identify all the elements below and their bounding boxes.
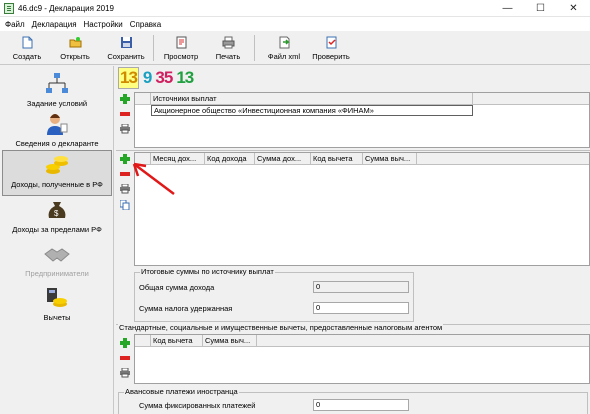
rate-35-tab[interactable]: 35 (155, 68, 173, 88)
std-deductions-title: Стандартные, социальные и имущественные … (118, 323, 444, 332)
add-icon[interactable] (120, 94, 130, 104)
print-small-icon[interactable] (120, 368, 130, 378)
nav-entrepreneurs: Предприниматели (2, 240, 112, 286)
close-button[interactable]: ✕ (557, 0, 590, 17)
rate-13-nonresident-tab[interactable]: 13 (176, 68, 194, 88)
remove-icon[interactable] (120, 112, 130, 116)
rate-9-tab[interactable]: 9 (143, 68, 153, 88)
total-income-label: Общая сумма дохода (139, 283, 215, 292)
income-grid: Месяц дох... Код дохода Сумма дох... Код… (134, 152, 590, 266)
column-header[interactable]: Код дохода (205, 153, 255, 164)
menu-file[interactable]: Файл (5, 20, 25, 29)
print-small-icon[interactable] (120, 124, 130, 134)
section-divider (116, 150, 590, 151)
save-button[interactable]: Сохранить (104, 33, 148, 63)
print-button[interactable]: Печать (210, 33, 246, 63)
sources-tools (118, 94, 132, 140)
check-button[interactable]: Проверить (308, 33, 354, 63)
annotation-arrow (132, 162, 175, 195)
advance-group: Авансовые платежи иностранца Сумма фикси… (118, 387, 588, 414)
open-folder-icon (69, 37, 81, 48)
money-bag-icon: $ (48, 202, 66, 218)
hierarchy-icon (46, 73, 68, 93)
preview-icon (176, 36, 186, 49)
add-deduction-icon[interactable] (120, 338, 130, 348)
copy-icon[interactable] (120, 200, 130, 210)
column-header[interactable]: Источники выплат (151, 93, 473, 104)
coins-icon (46, 156, 68, 174)
column-header[interactable]: Сумма выч... (203, 335, 257, 346)
totals-group: Итоговые суммы по источнику выплат Общая… (134, 267, 414, 322)
nav-income-rf[interactable]: Доходы, полученные в РФ (2, 150, 112, 196)
floppy-disk-icon (120, 37, 132, 48)
column-header[interactable]: Код вычета (311, 153, 363, 164)
rate-13-tab[interactable]: 13 (118, 67, 139, 89)
tax-withheld-field[interactable]: 0 (313, 302, 409, 314)
create-button[interactable]: Создать (10, 33, 44, 63)
open-button[interactable]: Открыть (56, 33, 94, 63)
deductions-tools (118, 338, 132, 384)
left-navigation: Задание условий Сведения о декларанте До… (0, 66, 114, 414)
fixed-payments-label: Сумма фиксированных платежей (139, 401, 256, 410)
toolbar: Создать Открыть Сохранить Просмотр Печат… (0, 31, 590, 65)
advance-title: Авансовые платежи иностранца (124, 387, 239, 396)
xml-file-button[interactable]: Файл xml (264, 33, 304, 63)
svg-text:$: $ (54, 209, 59, 218)
person-icon (47, 114, 68, 135)
deductions-grid: Код вычета Сумма выч... (134, 334, 590, 384)
calculator-coins-icon (47, 288, 67, 307)
totals-title: Итоговые суммы по источнику выплат (140, 267, 275, 276)
toolbar-separator (153, 35, 154, 61)
total-income-field[interactable]: 0 (313, 281, 409, 293)
xml-export-icon (279, 36, 290, 49)
printer-icon (222, 36, 234, 49)
app-icon (4, 2, 14, 14)
handshake-icon (44, 248, 70, 262)
preview-button[interactable]: Просмотр (160, 33, 202, 63)
minimize-button[interactable]: — (491, 0, 524, 17)
menu-help[interactable]: Справка (130, 20, 161, 29)
tax-rate-tabs: 13 9 35 13 (118, 67, 197, 89)
window-title: 46.dc9 - Декларация 2019 (18, 3, 115, 13)
tax-withheld-label: Сумма налога удержанная (139, 304, 233, 313)
checklist-icon (326, 36, 336, 49)
menu-settings[interactable]: Настройки (84, 20, 123, 29)
new-document-icon (22, 36, 32, 49)
column-header[interactable]: Сумма дох... (255, 153, 311, 164)
remove-deduction-icon[interactable] (120, 356, 130, 360)
column-header[interactable]: Код вычета (151, 335, 203, 346)
main-panel: 13 9 35 13 Источники выплат Акционерное … (116, 66, 590, 414)
fixed-payments-field[interactable]: 0 (313, 399, 409, 411)
nav-deductions[interactable]: Вычеты (2, 284, 112, 330)
title-bar: 46.dc9 - Декларация 2019 — ☐ ✕ (0, 0, 590, 17)
menu-bar: Файл Декларация Настройки Справка (0, 17, 590, 31)
column-header[interactable]: Сумма выч... (363, 153, 417, 164)
sources-grid: Источники выплат Акционерное общество «И… (134, 92, 590, 148)
toolbar-separator (254, 35, 255, 61)
source-row[interactable]: Акционерное общество «Инвестиционная ком… (151, 105, 473, 116)
maximize-button[interactable]: ☐ (524, 0, 557, 17)
nav-income-abroad[interactable]: $ Доходы за пределами РФ (2, 196, 112, 242)
menu-declaration[interactable]: Декларация (32, 20, 77, 29)
